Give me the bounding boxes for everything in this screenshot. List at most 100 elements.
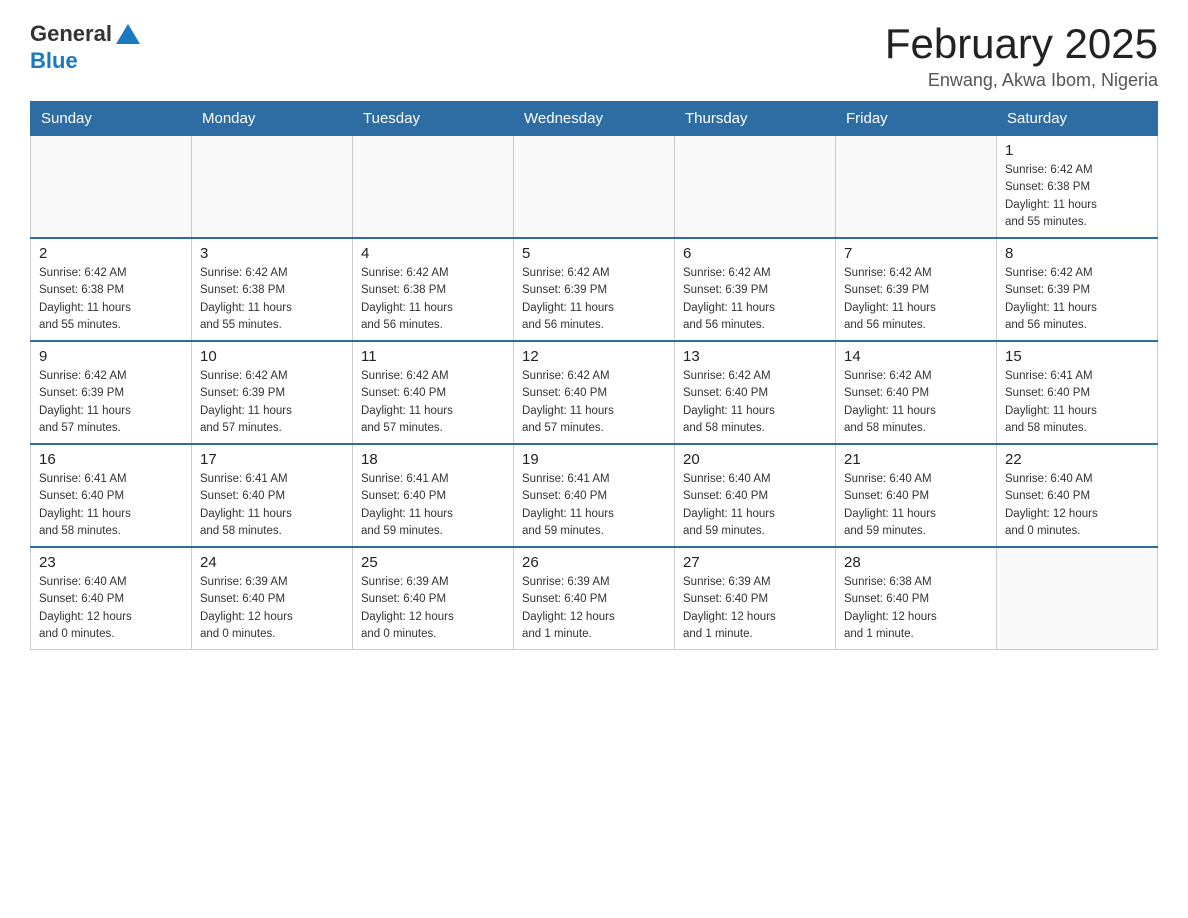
table-row: 21Sunrise: 6:40 AM Sunset: 6:40 PM Dayli…	[836, 444, 997, 547]
day-number: 22	[1005, 451, 1149, 468]
day-number: 16	[39, 451, 183, 468]
table-row: 27 Sunrise: 6:39 AM Sunset: 6:40 PM Dayli…	[675, 547, 836, 650]
day-number: 7	[844, 245, 988, 262]
day-number: 23	[39, 554, 183, 571]
weekday-header-row: Sunday Monday Tuesday Wednesday Thursday…	[31, 102, 1158, 136]
header-saturday: Saturday	[997, 102, 1158, 136]
day-number: 10	[200, 348, 344, 365]
table-row: 13Sunrise: 6:42 AM Sunset: 6:40 PM Dayli…	[675, 341, 836, 444]
day-info: Sunrise: 6:41 AM Sunset: 6:40 PM Dayligh…	[361, 471, 505, 540]
month-year-title: February 2025	[885, 20, 1158, 68]
logo-general-text: General	[30, 21, 112, 47]
location-text: Enwang, Akwa Ibom, Nigeria	[885, 70, 1158, 91]
day-info: Sunrise: 6:42 AM Sunset: 6:40 PM Dayligh…	[361, 368, 505, 437]
day-info: Sunrise: 6:42 AM Sunset: 6:40 PM Dayligh…	[522, 368, 666, 437]
day-number: 15	[1005, 348, 1149, 365]
day-info: Sunrise: 6:42 AM Sunset: 6:39 PM Dayligh…	[844, 265, 988, 334]
table-row: 22 Sunrise: 6:40 AM Sunset: 6:40 PM Dayli…	[997, 444, 1158, 547]
day-info: Sunrise: 6:42 AM Sunset: 6:38 PM Dayligh…	[1005, 162, 1149, 231]
header-thursday: Thursday	[675, 102, 836, 136]
table-row: 17 Sunrise: 6:41 AM Sunset: 6:40 PM Dayli…	[192, 444, 353, 547]
day-info: Sunrise: 6:41 AM Sunset: 6:40 PM Dayligh…	[200, 471, 344, 540]
page-header: General Blue February 2025 Enwang, Akwa …	[30, 20, 1158, 91]
calendar-week-row: 23 Sunrise: 6:40 AM Sunset: 6:40 PM Dayli…	[31, 547, 1158, 650]
header-monday: Monday	[192, 102, 353, 136]
table-row	[31, 136, 192, 239]
header-tuesday: Tuesday	[353, 102, 514, 136]
day-number: 28	[844, 554, 988, 571]
table-row	[514, 136, 675, 239]
day-info: Sunrise: 6:38 AM Sunset: 6:40 PM Dayligh…	[844, 574, 988, 643]
header-sunday: Sunday	[31, 102, 192, 136]
day-number: 5	[522, 245, 666, 262]
calendar-table: Sunday Monday Tuesday Wednesday Thursday…	[30, 101, 1158, 650]
day-number: 18	[361, 451, 505, 468]
table-row: 5 Sunrise: 6:42 AM Sunset: 6:39 PM Daylig…	[514, 238, 675, 341]
logo: General Blue	[30, 20, 142, 74]
table-row: 3 Sunrise: 6:42 AM Sunset: 6:38 PM Daylig…	[192, 238, 353, 341]
calendar-week-row: 16 Sunrise: 6:41 AM Sunset: 6:40 PM Dayli…	[31, 444, 1158, 547]
day-number: 9	[39, 348, 183, 365]
calendar-week-row: 1 Sunrise: 6:42 AM Sunset: 6:38 PM Daylig…	[31, 136, 1158, 239]
table-row: 28 Sunrise: 6:38 AM Sunset: 6:40 PM Dayli…	[836, 547, 997, 650]
table-row: 26Sunrise: 6:39 AM Sunset: 6:40 PM Dayli…	[514, 547, 675, 650]
table-row: 2Sunrise: 6:42 AM Sunset: 6:38 PM Daylig…	[31, 238, 192, 341]
table-row: 19Sunrise: 6:41 AM Sunset: 6:40 PM Dayli…	[514, 444, 675, 547]
table-row	[353, 136, 514, 239]
day-number: 6	[683, 245, 827, 262]
table-row: 23 Sunrise: 6:40 AM Sunset: 6:40 PM Dayli…	[31, 547, 192, 650]
day-number: 1	[1005, 142, 1149, 159]
table-row: 12 Sunrise: 6:42 AM Sunset: 6:40 PM Dayli…	[514, 341, 675, 444]
table-row: 14Sunrise: 6:42 AM Sunset: 6:40 PM Dayli…	[836, 341, 997, 444]
calendar-week-row: 9 Sunrise: 6:42 AM Sunset: 6:39 PM Daylig…	[31, 341, 1158, 444]
calendar-week-row: 2Sunrise: 6:42 AM Sunset: 6:38 PM Daylig…	[31, 238, 1158, 341]
table-row: 4 Sunrise: 6:42 AM Sunset: 6:38 PM Daylig…	[353, 238, 514, 341]
day-number: 26	[522, 554, 666, 571]
logo-blue-text: Blue	[30, 48, 78, 73]
table-row: 18 Sunrise: 6:41 AM Sunset: 6:40 PM Dayli…	[353, 444, 514, 547]
day-info: Sunrise: 6:42 AM Sunset: 6:39 PM Dayligh…	[39, 368, 183, 437]
day-info: Sunrise: 6:40 AM Sunset: 6:40 PM Dayligh…	[683, 471, 827, 540]
day-info: Sunrise: 6:39 AM Sunset: 6:40 PM Dayligh…	[361, 574, 505, 643]
day-info: Sunrise: 6:42 AM Sunset: 6:39 PM Dayligh…	[1005, 265, 1149, 334]
day-number: 12	[522, 348, 666, 365]
day-info: Sunrise: 6:41 AM Sunset: 6:40 PM Dayligh…	[39, 471, 183, 540]
day-number: 21	[844, 451, 988, 468]
header-friday: Friday	[836, 102, 997, 136]
day-info: Sunrise: 6:39 AM Sunset: 6:40 PM Dayligh…	[683, 574, 827, 643]
day-info: Sunrise: 6:42 AM Sunset: 6:38 PM Dayligh…	[39, 265, 183, 334]
logo-icon	[114, 22, 142, 48]
table-row: 16 Sunrise: 6:41 AM Sunset: 6:40 PM Dayli…	[31, 444, 192, 547]
table-row	[192, 136, 353, 239]
table-row: 24 Sunrise: 6:39 AM Sunset: 6:40 PM Dayli…	[192, 547, 353, 650]
day-number: 4	[361, 245, 505, 262]
day-info: Sunrise: 6:42 AM Sunset: 6:38 PM Dayligh…	[361, 265, 505, 334]
day-number: 24	[200, 554, 344, 571]
table-row	[836, 136, 997, 239]
day-info: Sunrise: 6:42 AM Sunset: 6:39 PM Dayligh…	[200, 368, 344, 437]
day-info: Sunrise: 6:42 AM Sunset: 6:40 PM Dayligh…	[683, 368, 827, 437]
day-info: Sunrise: 6:42 AM Sunset: 6:38 PM Dayligh…	[200, 265, 344, 334]
table-row: 1 Sunrise: 6:42 AM Sunset: 6:38 PM Daylig…	[997, 136, 1158, 239]
day-number: 27	[683, 554, 827, 571]
day-number: 11	[361, 348, 505, 365]
day-info: Sunrise: 6:40 AM Sunset: 6:40 PM Dayligh…	[39, 574, 183, 643]
day-number: 25	[361, 554, 505, 571]
table-row: 7 Sunrise: 6:42 AM Sunset: 6:39 PM Daylig…	[836, 238, 997, 341]
table-row: 6 Sunrise: 6:42 AM Sunset: 6:39 PM Daylig…	[675, 238, 836, 341]
table-row: 20 Sunrise: 6:40 AM Sunset: 6:40 PM Dayli…	[675, 444, 836, 547]
table-row: 11 Sunrise: 6:42 AM Sunset: 6:40 PM Dayli…	[353, 341, 514, 444]
day-number: 17	[200, 451, 344, 468]
header-wednesday: Wednesday	[514, 102, 675, 136]
day-info: Sunrise: 6:40 AM Sunset: 6:40 PM Dayligh…	[1005, 471, 1149, 540]
day-number: 19	[522, 451, 666, 468]
calendar-title-block: February 2025 Enwang, Akwa Ibom, Nigeria	[885, 20, 1158, 91]
day-info: Sunrise: 6:39 AM Sunset: 6:40 PM Dayligh…	[200, 574, 344, 643]
day-info: Sunrise: 6:42 AM Sunset: 6:39 PM Dayligh…	[522, 265, 666, 334]
day-number: 20	[683, 451, 827, 468]
table-row	[675, 136, 836, 239]
table-row: 8Sunrise: 6:42 AM Sunset: 6:39 PM Daylig…	[997, 238, 1158, 341]
day-number: 14	[844, 348, 988, 365]
day-info: Sunrise: 6:42 AM Sunset: 6:39 PM Dayligh…	[683, 265, 827, 334]
day-number: 3	[200, 245, 344, 262]
